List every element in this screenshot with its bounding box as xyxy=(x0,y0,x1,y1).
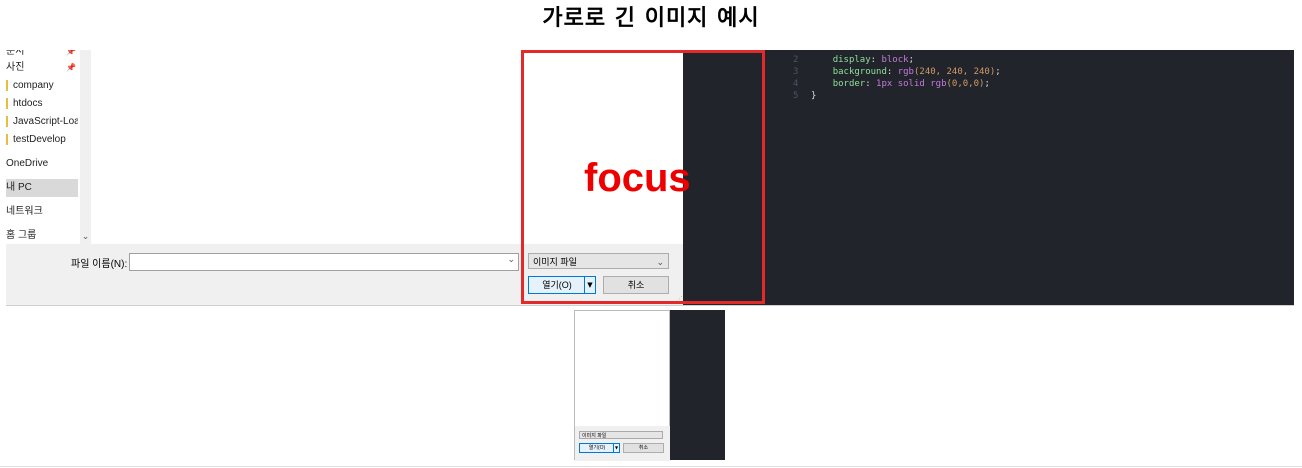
nav-item-network[interactable]: 네트워크 xyxy=(6,203,78,221)
code-line: 3 background: rgb(240, 240, 240); xyxy=(793,67,1001,77)
file-list[interactable] xyxy=(91,50,521,244)
divider xyxy=(6,305,1294,306)
nav-item-label: 내 PC xyxy=(6,182,32,193)
nav-item-company[interactable]: company xyxy=(6,77,78,95)
nav-item-label: OneDrive xyxy=(6,158,49,169)
code-block: 2 display: block; 3 background: rgb(240, … xyxy=(793,54,1001,102)
folder-icon xyxy=(6,115,8,127)
navigation-pane: 문서 📌 사진 📌 company htdocs JavaScript-Load… xyxy=(6,50,86,244)
thumbnail-cancel-button: 취소 xyxy=(623,443,664,453)
nav-item-label: JavaScript-Load- xyxy=(13,116,78,127)
chevron-down-icon[interactable]: ⌄ xyxy=(507,255,515,265)
nav-item-label: company xyxy=(13,80,54,91)
thumbnail-open-button: 열기(O) xyxy=(579,443,615,453)
focus-annotation-label: focus xyxy=(584,156,691,200)
nav-item-htdocs[interactable]: htdocs xyxy=(6,95,78,113)
nav-item-label: htdocs xyxy=(13,98,43,109)
code-line: 2 display: block; xyxy=(793,55,914,65)
thumbnail-dialog: 이미지 파일 열기(O) ▼ 취소 xyxy=(574,310,671,461)
chevron-down-icon[interactable]: ⌄ xyxy=(80,232,91,242)
page-title: 가로로 긴 이미지 예시 xyxy=(542,6,760,31)
folder-icon xyxy=(6,97,8,109)
code-line: 5} xyxy=(793,91,817,101)
thumbnail-open-dropdown: ▼ xyxy=(613,443,620,453)
nav-item-label: 사진 xyxy=(6,62,25,73)
nav-item-label: 홈 그룹 xyxy=(6,230,37,241)
nav-item-pictures[interactable]: 사진 📌 xyxy=(6,59,78,77)
nav-item-label: testDevelop xyxy=(13,134,66,145)
thumbnail-filetype-select: 이미지 파일 xyxy=(579,431,663,439)
pin-icon: 📌 xyxy=(66,63,76,72)
thumbnail-footer: 이미지 파일 열기(O) ▼ 취소 xyxy=(575,426,671,461)
folder-icon xyxy=(6,133,8,145)
thumbnail-editor xyxy=(670,310,725,460)
bottom-divider xyxy=(0,466,1302,467)
nav-item-javascript-load[interactable]: JavaScript-Load- xyxy=(6,113,78,131)
nav-item-label: 문서 xyxy=(6,50,25,57)
nav-item-homegroup[interactable]: 홈 그룹 xyxy=(6,227,78,244)
nav-item-onedrive[interactable]: OneDrive xyxy=(6,155,78,173)
nav-scrollbar[interactable]: ⌄ xyxy=(80,50,91,244)
code-editor: 2 display: block; 3 background: rgb(240, … xyxy=(683,50,1294,305)
filename-label: 파일 이름(N): xyxy=(71,259,128,270)
filename-input[interactable]: ⌄ xyxy=(129,253,519,271)
code-line: 4 border: 1px solid rgb(0,0,0); xyxy=(793,79,990,89)
nav-item-this-pc[interactable]: 내 PC xyxy=(6,179,78,197)
nav-item-label: 네트워크 xyxy=(6,206,43,217)
folder-icon xyxy=(6,79,8,91)
nav-item-testdevelop[interactable]: testDevelop xyxy=(6,131,78,149)
focus-thumbnail: 이미지 파일 열기(O) ▼ 취소 xyxy=(574,310,725,461)
